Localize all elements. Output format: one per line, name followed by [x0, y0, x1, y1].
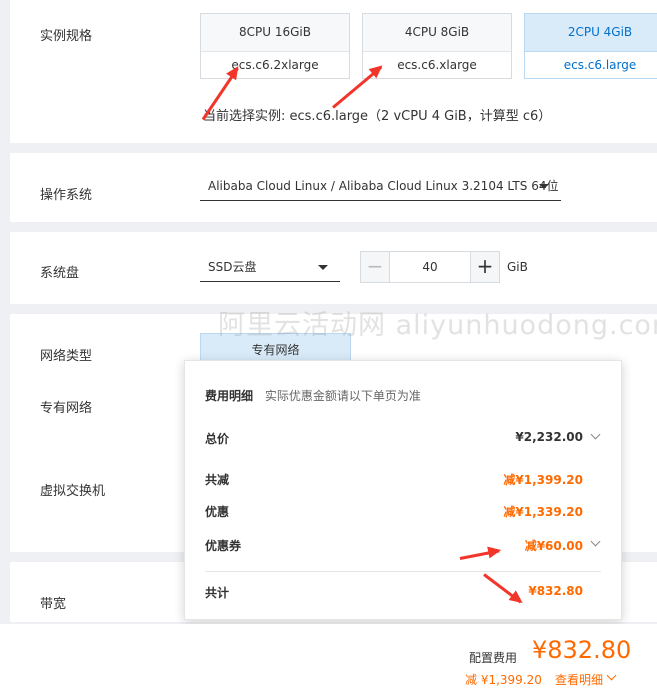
popup-divider — [205, 571, 601, 572]
spec-card-2cpu-selected[interactable]: 2CPU 4GiB ecs.c6.large — [524, 13, 657, 79]
saved-amount: 减 ¥1,399.20 — [465, 673, 542, 687]
vswitch-label: 虚拟交换机 — [40, 484, 106, 499]
network-type-label: 网络类型 — [40, 349, 93, 364]
discount-row: 共减 减¥1,399.20 — [205, 471, 601, 487]
os-select[interactable]: Alibaba Cloud Linux / Alibaba Cloud Linu… — [200, 171, 561, 201]
watermark: 阿里云活动网 aliyunhuodong.com — [218, 310, 657, 341]
current-selection-text: 当前选择实例: ecs.c6.large（2 vCPU 4 GiB，计算型 c6… — [203, 109, 552, 124]
sum-row: 共计 ¥832.80 — [205, 584, 601, 600]
config-fee-value: ¥832.80 — [532, 636, 632, 664]
total-value: ¥2,232.00 — [515, 430, 583, 444]
chevron-down-icon[interactable] — [590, 429, 601, 440]
spec-card-cpu: 8CPU 16GiB — [201, 14, 349, 52]
promo-label: 优惠 — [205, 505, 230, 519]
chevron-down-icon[interactable] — [590, 536, 601, 547]
chevron-down-icon — [539, 184, 549, 189]
spec-card-cpu: 2CPU 4GiB — [525, 14, 657, 52]
os-select-value: Alibaba Cloud Linux / Alibaba Cloud Linu… — [208, 179, 559, 193]
discount-label: 共减 — [205, 473, 230, 487]
popup-subtitle: 实际优惠金额请以下单页为准 — [264, 389, 421, 403]
coupon-row: 优惠券 减¥60.00 — [205, 536, 601, 553]
coupon-label: 优惠券 — [205, 539, 242, 553]
increment-button[interactable]: + — [470, 252, 499, 282]
spec-card-cpu: 4CPU 8GiB — [363, 14, 511, 52]
os-label: 操作系统 — [40, 188, 93, 203]
config-fee-label: 配置费用 — [469, 651, 518, 665]
chevron-down-icon — [318, 265, 328, 270]
spec-card-type: ecs.c6.xlarge — [397, 58, 477, 72]
instance-spec-label: 实例规格 — [40, 29, 93, 44]
popup-title: 费用明细 — [205, 389, 254, 403]
cost-detail-popup: 费用明细 实际优惠金额请以下单页为准 总价 ¥2,232.00 共减 减¥1,3… — [184, 360, 622, 620]
spec-card-type: ecs.c6.large — [563, 58, 637, 72]
promo-row: 优惠 减¥1,339.20 — [205, 503, 601, 519]
view-details-link[interactable]: 查看明细 — [555, 671, 603, 688]
network-type-value: 专有网络 — [251, 343, 300, 357]
spec-card-type: ecs.c6.2xlarge — [231, 58, 319, 72]
disk-type-value: SSD云盘 — [208, 260, 257, 274]
system-disk-label: 系统盘 — [40, 266, 80, 281]
chevron-down-icon[interactable] — [606, 670, 617, 681]
disk-size-stepper[interactable]: − 40 + — [360, 251, 500, 283]
bandwidth-label: 带宽 — [40, 597, 67, 612]
footer-bar: 配置费用 ¥832.80 减 ¥1,399.20 查看明细 — [0, 624, 657, 690]
spec-card-8cpu[interactable]: 8CPU 16GiB ecs.c6.2xlarge — [200, 13, 350, 79]
promo-value: 减¥1,339.20 — [503, 505, 583, 519]
total-row: 总价 ¥2,232.00 — [205, 429, 601, 446]
disk-size-value[interactable]: 40 — [389, 252, 471, 282]
total-label: 总价 — [205, 432, 230, 446]
coupon-value: 减¥60.00 — [524, 539, 583, 553]
disk-type-select[interactable]: SSD云盘 — [200, 252, 340, 282]
sum-label: 共计 — [205, 586, 230, 600]
popup-header: 费用明细 实际优惠金额请以下单页为准 — [205, 387, 601, 403]
disk-unit: GiB — [507, 260, 528, 274]
decrement-button[interactable]: − — [361, 252, 390, 282]
vpc-label: 专有网络 — [40, 401, 93, 416]
sum-value: ¥832.80 — [528, 584, 583, 598]
discount-value: 减¥1,399.20 — [503, 473, 583, 487]
